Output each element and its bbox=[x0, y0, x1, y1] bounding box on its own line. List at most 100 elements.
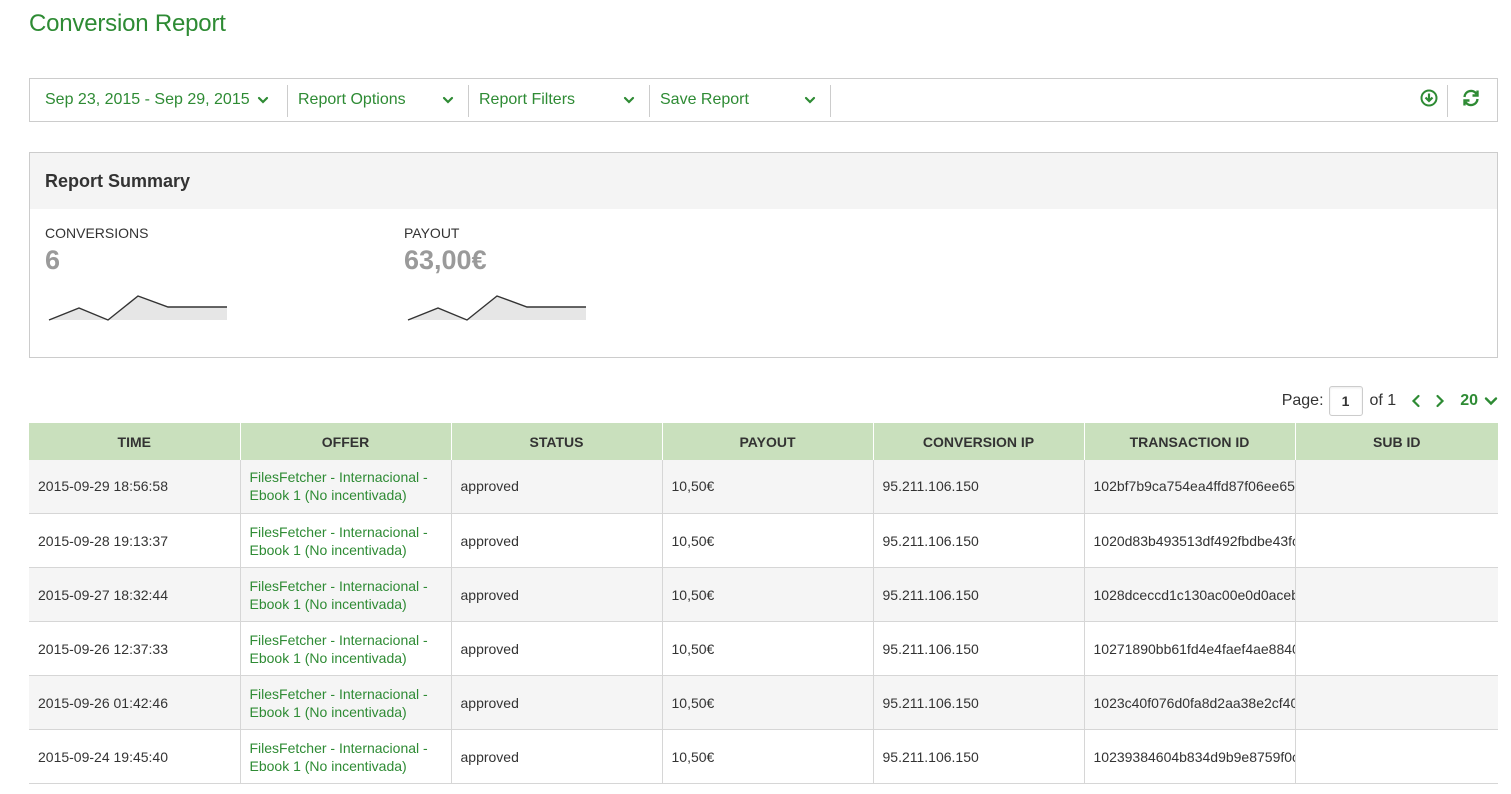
conversions-metric: CONVERSIONS 6 bbox=[45, 225, 148, 276]
payout-cell: 10,50€ bbox=[662, 675, 874, 730]
ip-cell: 95.211.106.150 bbox=[873, 621, 1085, 676]
page-title: Conversion Report bbox=[29, 10, 226, 37]
save-report-label: Save Report bbox=[660, 91, 749, 108]
page-count-label: of 1 bbox=[1369, 392, 1397, 409]
report-options-dropdown[interactable]: Report Options bbox=[298, 79, 468, 121]
time-cell: 2015-09-29 18:56:58 bbox=[29, 459, 241, 514]
transaction-id-cell: 10239384604b834d9b9e8759f0c bbox=[1084, 729, 1296, 784]
column-header-time[interactable]: TIME bbox=[29, 423, 241, 460]
save-report-dropdown[interactable]: Save Report bbox=[660, 79, 830, 121]
date-range-dropdown[interactable]: Sep 23, 2015 - Sep 29, 2015 bbox=[45, 79, 285, 121]
transaction-id-cell: 102bf7b9ca754ea4ffd87f06ee65b bbox=[1084, 459, 1296, 514]
chevron-down-icon bbox=[804, 94, 816, 106]
time-cell: 2015-09-26 12:37:33 bbox=[29, 621, 241, 676]
transaction-id-cell: 1020d83b493513df492fbdbe43fc bbox=[1084, 513, 1296, 568]
page-number-input[interactable]: 1 bbox=[1328, 386, 1363, 416]
column-header-offer[interactable]: OFFER bbox=[240, 423, 452, 460]
toolbar-divider bbox=[1447, 85, 1448, 117]
payout-sparkline bbox=[407, 295, 586, 321]
time-cell: 2015-09-26 01:42:46 bbox=[29, 675, 241, 730]
metric-value: 63,00€ bbox=[404, 245, 487, 275]
transaction-id-cell: 1023c40f076d0fa8d2aa38e2cf40 bbox=[1084, 675, 1296, 730]
table-row: 2015-09-24 19:45:40 FilesFetcher - Inter… bbox=[29, 729, 1498, 784]
offer-link[interactable]: FilesFetcher - Internacional - Ebook 1 (… bbox=[240, 729, 452, 784]
report-toolbar: Sep 23, 2015 - Sep 29, 2015 Report Optio… bbox=[29, 78, 1498, 122]
table-row: 2015-09-27 18:32:44 FilesFetcher - Inter… bbox=[29, 567, 1498, 622]
transaction-id-cell: 1028dceccd1c130ac00e0d0aceb bbox=[1084, 567, 1296, 622]
column-header-sub-id[interactable]: SUB ID bbox=[1295, 423, 1498, 460]
pagination: Page: 1 of 1 20 bbox=[1282, 386, 1498, 416]
status-cell: approved bbox=[451, 459, 663, 514]
metric-label: PAYOUT bbox=[404, 225, 460, 241]
sub-id-cell bbox=[1295, 621, 1498, 676]
toolbar-divider bbox=[649, 85, 650, 117]
column-header-conversion-ip[interactable]: CONVERSION IP bbox=[873, 423, 1085, 460]
conversions-sparkline bbox=[48, 295, 227, 321]
chevron-down-icon bbox=[442, 94, 454, 106]
sub-id-cell bbox=[1295, 513, 1498, 568]
report-filters-dropdown[interactable]: Report Filters bbox=[479, 79, 649, 121]
status-cell: approved bbox=[451, 729, 663, 784]
chevron-down-icon bbox=[623, 94, 635, 106]
offer-link[interactable]: FilesFetcher - Internacional - Ebook 1 (… bbox=[240, 459, 452, 514]
payout-cell: 10,50€ bbox=[662, 513, 874, 568]
download-button[interactable] bbox=[1412, 79, 1446, 121]
table-row: 2015-09-26 01:42:46 FilesFetcher - Inter… bbox=[29, 675, 1498, 730]
offer-link[interactable]: FilesFetcher - Internacional - Ebook 1 (… bbox=[240, 513, 452, 568]
status-cell: approved bbox=[451, 621, 663, 676]
toolbar-divider bbox=[468, 85, 469, 117]
ip-cell: 95.211.106.150 bbox=[873, 459, 1085, 514]
refresh-icon bbox=[1461, 88, 1481, 113]
sub-id-cell bbox=[1295, 729, 1498, 784]
ip-cell: 95.211.106.150 bbox=[873, 513, 1085, 568]
table-row: 2015-09-28 19:13:37 FilesFetcher - Inter… bbox=[29, 513, 1498, 568]
status-cell: approved bbox=[451, 567, 663, 622]
table-header-row: TIME OFFER STATUS PAYOUT CONVERSION IP T… bbox=[29, 423, 1498, 460]
payout-cell: 10,50€ bbox=[662, 621, 874, 676]
ip-cell: 95.211.106.150 bbox=[873, 729, 1085, 784]
refresh-button[interactable] bbox=[1454, 79, 1488, 121]
conversion-table: TIME OFFER STATUS PAYOUT CONVERSION IP T… bbox=[29, 423, 1498, 784]
column-header-status[interactable]: STATUS bbox=[451, 423, 663, 460]
report-options-label: Report Options bbox=[298, 91, 406, 108]
ip-cell: 95.211.106.150 bbox=[873, 567, 1085, 622]
table-row: 2015-09-29 18:56:58 FilesFetcher - Inter… bbox=[29, 459, 1498, 514]
next-page-button[interactable] bbox=[1430, 391, 1450, 411]
sub-id-cell bbox=[1295, 675, 1498, 730]
column-header-payout[interactable]: PAYOUT bbox=[662, 423, 874, 460]
prev-page-button[interactable] bbox=[1406, 391, 1426, 411]
date-range-label: Sep 23, 2015 - Sep 29, 2015 bbox=[45, 91, 250, 108]
page-size-dropdown[interactable]: 20 bbox=[1460, 392, 1498, 410]
report-summary-panel: Report Summary CONVERSIONS 6 PAYOUT 63,0… bbox=[29, 152, 1498, 358]
toolbar-divider bbox=[830, 85, 831, 117]
offer-link[interactable]: FilesFetcher - Internacional - Ebook 1 (… bbox=[240, 621, 452, 676]
offer-link[interactable]: FilesFetcher - Internacional - Ebook 1 (… bbox=[240, 675, 452, 730]
toolbar-divider bbox=[287, 85, 288, 117]
column-header-transaction-id[interactable]: TRANSACTION ID bbox=[1084, 423, 1296, 460]
table-row: 2015-09-26 12:37:33 FilesFetcher - Inter… bbox=[29, 621, 1498, 676]
report-filters-label: Report Filters bbox=[479, 91, 576, 108]
offer-link[interactable]: FilesFetcher - Internacional - Ebook 1 (… bbox=[240, 567, 452, 622]
report-summary-title: Report Summary bbox=[30, 153, 1497, 209]
chevron-right-icon bbox=[1436, 394, 1445, 408]
payout-metric: PAYOUT 63,00€ bbox=[404, 225, 487, 276]
status-cell: approved bbox=[451, 675, 663, 730]
sub-id-cell bbox=[1295, 459, 1498, 514]
chevron-down-icon bbox=[1484, 395, 1498, 407]
metric-value: 6 bbox=[45, 245, 61, 275]
time-cell: 2015-09-27 18:32:44 bbox=[29, 567, 241, 622]
time-cell: 2015-09-28 19:13:37 bbox=[29, 513, 241, 568]
time-cell: 2015-09-24 19:45:40 bbox=[29, 729, 241, 784]
status-cell: approved bbox=[451, 513, 663, 568]
chevron-down-icon bbox=[257, 94, 269, 106]
sub-id-cell bbox=[1295, 567, 1498, 622]
payout-cell: 10,50€ bbox=[662, 459, 874, 514]
metric-label: CONVERSIONS bbox=[45, 225, 149, 241]
chevron-left-icon bbox=[1412, 394, 1420, 408]
transaction-id-cell: 10271890bb61fd4e4faef4ae8840 bbox=[1084, 621, 1296, 676]
download-icon bbox=[1420, 89, 1438, 112]
payout-cell: 10,50€ bbox=[662, 567, 874, 622]
page-label: Page: bbox=[1281, 392, 1324, 409]
ip-cell: 95.211.106.150 bbox=[873, 675, 1085, 730]
payout-cell: 10,50€ bbox=[662, 729, 874, 784]
